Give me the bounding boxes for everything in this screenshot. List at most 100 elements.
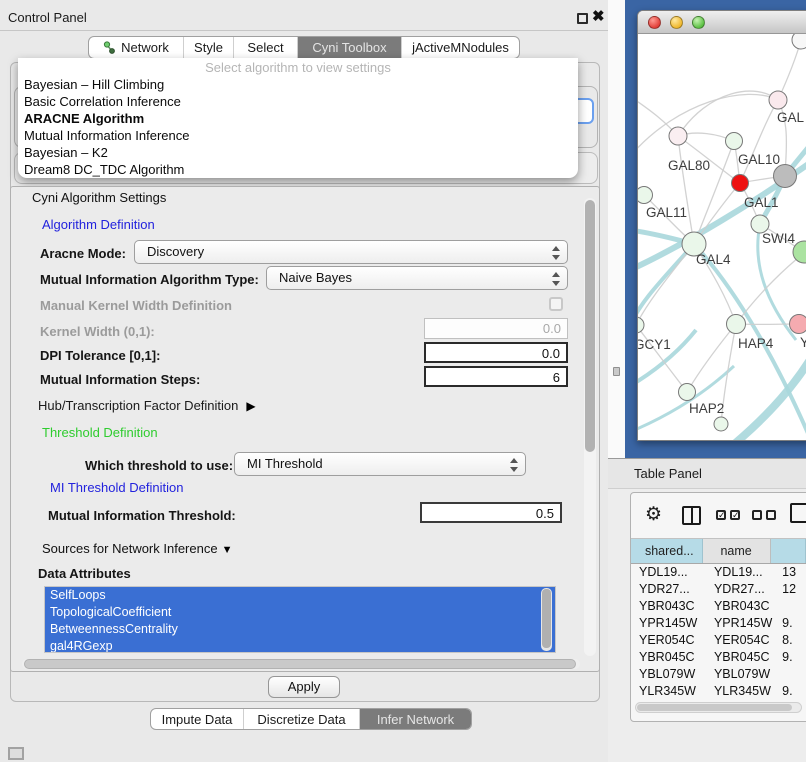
gear-icon[interactable]: ⚙: [645, 503, 662, 526]
network-node[interactable]: [732, 175, 749, 192]
node-label: HAP4: [738, 336, 774, 351]
attributes-list-scrollbar[interactable]: [541, 588, 552, 651]
mi-steps-field[interactable]: 6: [424, 366, 568, 387]
data-attributes-label: Data Attributes: [38, 566, 131, 581]
unchecked-box-icon: [766, 510, 776, 520]
combobox-value: Discovery: [147, 244, 204, 259]
unchecked-checkboxes-icon[interactable]: [752, 510, 776, 520]
kernel-width-field[interactable]: 0.0: [424, 318, 568, 339]
table-row[interactable]: YER054CYER054C8.: [631, 632, 806, 649]
combobox-arrows-icon: [510, 457, 518, 473]
network-node[interactable]: [669, 127, 687, 145]
data-attributes-list[interactable]: SelfLoopsTopologicalCoefficientBetweenne…: [44, 586, 556, 653]
table-row[interactable]: YBL079WYBL079W: [631, 666, 806, 683]
attribute-list-item[interactable]: BetweennessCentrality: [45, 621, 555, 638]
attribute-list-item[interactable]: SelfLoops: [45, 587, 555, 604]
tab-jactivemnodules[interactable]: jActiveMNodules: [401, 37, 519, 58]
tab-label: jActiveMNodules: [412, 40, 509, 55]
network-node[interactable]: [714, 417, 728, 431]
network-node[interactable]: [792, 34, 806, 49]
network-node[interactable]: [638, 317, 644, 333]
dropdown-hint: Select algorithm to view settings: [18, 59, 578, 76]
apply-button[interactable]: Apply: [268, 676, 340, 698]
column-header-extra[interactable]: [771, 539, 806, 563]
network-node[interactable]: [774, 165, 797, 188]
close-window-icon[interactable]: [648, 16, 661, 29]
scrollbar-thumb[interactable]: [637, 704, 792, 711]
network-node[interactable]: [679, 384, 696, 401]
aracne-mode-combobox[interactable]: Discovery: [134, 240, 568, 264]
divider-handle-icon[interactable]: [613, 367, 620, 376]
settings-horizontal-scrollbar[interactable]: [22, 659, 580, 669]
network-window-titlebar[interactable]: [638, 11, 806, 34]
tab-select[interactable]: Select: [233, 37, 297, 58]
column-header-name[interactable]: name: [703, 539, 771, 563]
column-header-shared[interactable]: shared...: [631, 539, 703, 563]
panel-divider[interactable]: [608, 0, 625, 458]
dropdown-items: Bayesian – Hill ClimbingBasic Correlatio…: [18, 76, 578, 178]
dpi-tolerance-field[interactable]: 0.0: [424, 342, 568, 363]
scrollbar-thumb[interactable]: [24, 659, 576, 669]
tab-label: Cyni Toolbox: [312, 40, 386, 55]
network-edge: [694, 141, 734, 244]
tab-network[interactable]: Network: [89, 37, 183, 58]
document-icon[interactable]: [790, 503, 806, 523]
which-threshold-combobox[interactable]: MI Threshold: [234, 452, 526, 476]
attribute-list-item[interactable]: TopologicalCoefficient: [45, 604, 555, 621]
table-row[interactable]: YDL19...YDL19...13: [631, 564, 806, 581]
network-edge: [638, 244, 694, 326]
split-columns-icon[interactable]: [682, 506, 701, 525]
float-window-icon[interactable]: [577, 13, 588, 24]
dropdown-item[interactable]: ARACNE Algorithm: [18, 110, 578, 127]
network-node[interactable]: [726, 133, 743, 150]
table-row[interactable]: YPR145WYPR145W9.: [631, 615, 806, 632]
mi-threshold-label: Mutual Information Threshold:: [48, 508, 236, 523]
table-cell: YDL19...: [631, 564, 706, 581]
network-node[interactable]: [638, 187, 653, 204]
close-icon[interactable]: ✖: [592, 7, 605, 25]
minimize-window-icon[interactable]: [670, 16, 683, 29]
table-cell: YBL079W: [706, 666, 778, 683]
table-horizontal-scrollbar[interactable]: [635, 702, 802, 713]
tab-cyni-toolbox[interactable]: Cyni Toolbox: [297, 37, 401, 58]
mi-type-combobox[interactable]: Naive Bayes: [266, 266, 568, 290]
network-edge: [778, 40, 801, 100]
attribute-list-item[interactable]: gal4RGexp: [45, 638, 555, 653]
tab-discretize-data[interactable]: Discretize Data: [243, 709, 359, 729]
dropdown-item[interactable]: Bayesian – K2: [18, 144, 578, 161]
checked-checkboxes-icon[interactable]: ✓ ✓: [716, 510, 740, 520]
mi-threshold-field[interactable]: 0.5: [420, 502, 562, 523]
manual-kernel-checkbox[interactable]: [549, 297, 563, 311]
node-label: SWI4: [762, 231, 795, 246]
zoom-window-icon[interactable]: [692, 16, 705, 29]
dropdown-item[interactable]: Bayesian – Hill Climbing: [18, 76, 578, 93]
network-node[interactable]: [790, 315, 806, 334]
scrollbar-thumb[interactable]: [585, 200, 595, 452]
node-label: GAL10: [738, 152, 780, 167]
dpi-tolerance-label: DPI Tolerance [0,1]:: [40, 348, 160, 363]
which-threshold-label: Which threshold to use:: [85, 458, 233, 473]
tab-infer-network[interactable]: Infer Network: [359, 709, 471, 729]
hub-definition-label: Hub/Transcription Factor Definition: [38, 398, 238, 413]
hub-definition-expander[interactable]: Hub/Transcription Factor Definition▶: [38, 398, 256, 413]
table-cell: 9.: [778, 683, 806, 700]
node-label: Y: [800, 335, 806, 350]
tab-impute-data[interactable]: Impute Data: [151, 709, 243, 729]
table-cell: 9.: [778, 615, 806, 632]
scrollbar-thumb[interactable]: [542, 589, 551, 648]
dropdown-item[interactable]: Mutual Information Inference: [18, 127, 578, 144]
table-row[interactable]: YBR043CYBR043C: [631, 598, 806, 615]
network-edge: [678, 136, 694, 244]
collapsed-panel-icon[interactable]: [8, 747, 24, 760]
tab-style[interactable]: Style: [183, 37, 233, 58]
settings-vertical-scrollbar[interactable]: [584, 198, 596, 656]
network-node[interactable]: [727, 315, 746, 334]
table-row[interactable]: YLR345WYLR345W9.: [631, 683, 806, 700]
network-node[interactable]: [769, 91, 787, 109]
sources-collapser[interactable]: Sources for Network Inference▼: [38, 541, 236, 556]
table-row[interactable]: YBR045CYBR045C9.: [631, 649, 806, 666]
dropdown-item[interactable]: Basic Correlation Inference: [18, 93, 578, 110]
group-title: Cyni Algorithm Settings: [28, 190, 170, 205]
dropdown-item[interactable]: Dream8 DC_TDC Algorithm: [18, 161, 578, 178]
table-row[interactable]: YDR27...YDR27...12: [631, 581, 806, 598]
